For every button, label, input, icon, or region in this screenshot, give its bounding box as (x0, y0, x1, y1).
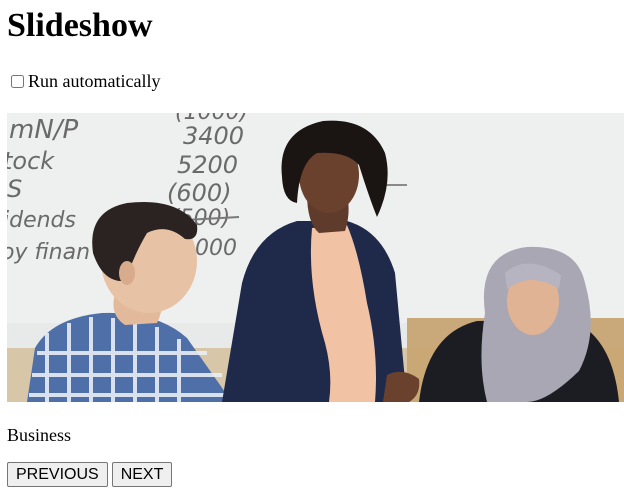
next-button[interactable]: NEXT (111, 462, 173, 487)
slide-caption: Business (7, 425, 72, 445)
whiteboard-text: 3400 (183, 122, 244, 150)
previous-button[interactable]: PREVIOUS (7, 462, 108, 487)
slide-image: mN/P tock S idends oy finan (1000) 3400 … (7, 113, 624, 402)
slide-controls: PREVIOUS NEXT (7, 462, 173, 487)
whiteboard-text: tock (7, 147, 55, 175)
whiteboard-text: (600) (167, 179, 232, 207)
autoplay-label: Run automatically (28, 71, 161, 91)
autoplay-option[interactable]: Run automatically (9, 70, 160, 92)
whiteboard-text: 5200 (177, 151, 238, 179)
autoplay-checkbox[interactable] (11, 74, 24, 88)
whiteboard-text: oy finan (7, 240, 90, 265)
whiteboard-text: S (7, 175, 22, 203)
whiteboard-text: 000 (195, 236, 237, 261)
page-title: Slideshow (7, 7, 153, 44)
whiteboard-text: mN/P (9, 115, 79, 145)
whiteboard-text: idends (7, 208, 76, 233)
